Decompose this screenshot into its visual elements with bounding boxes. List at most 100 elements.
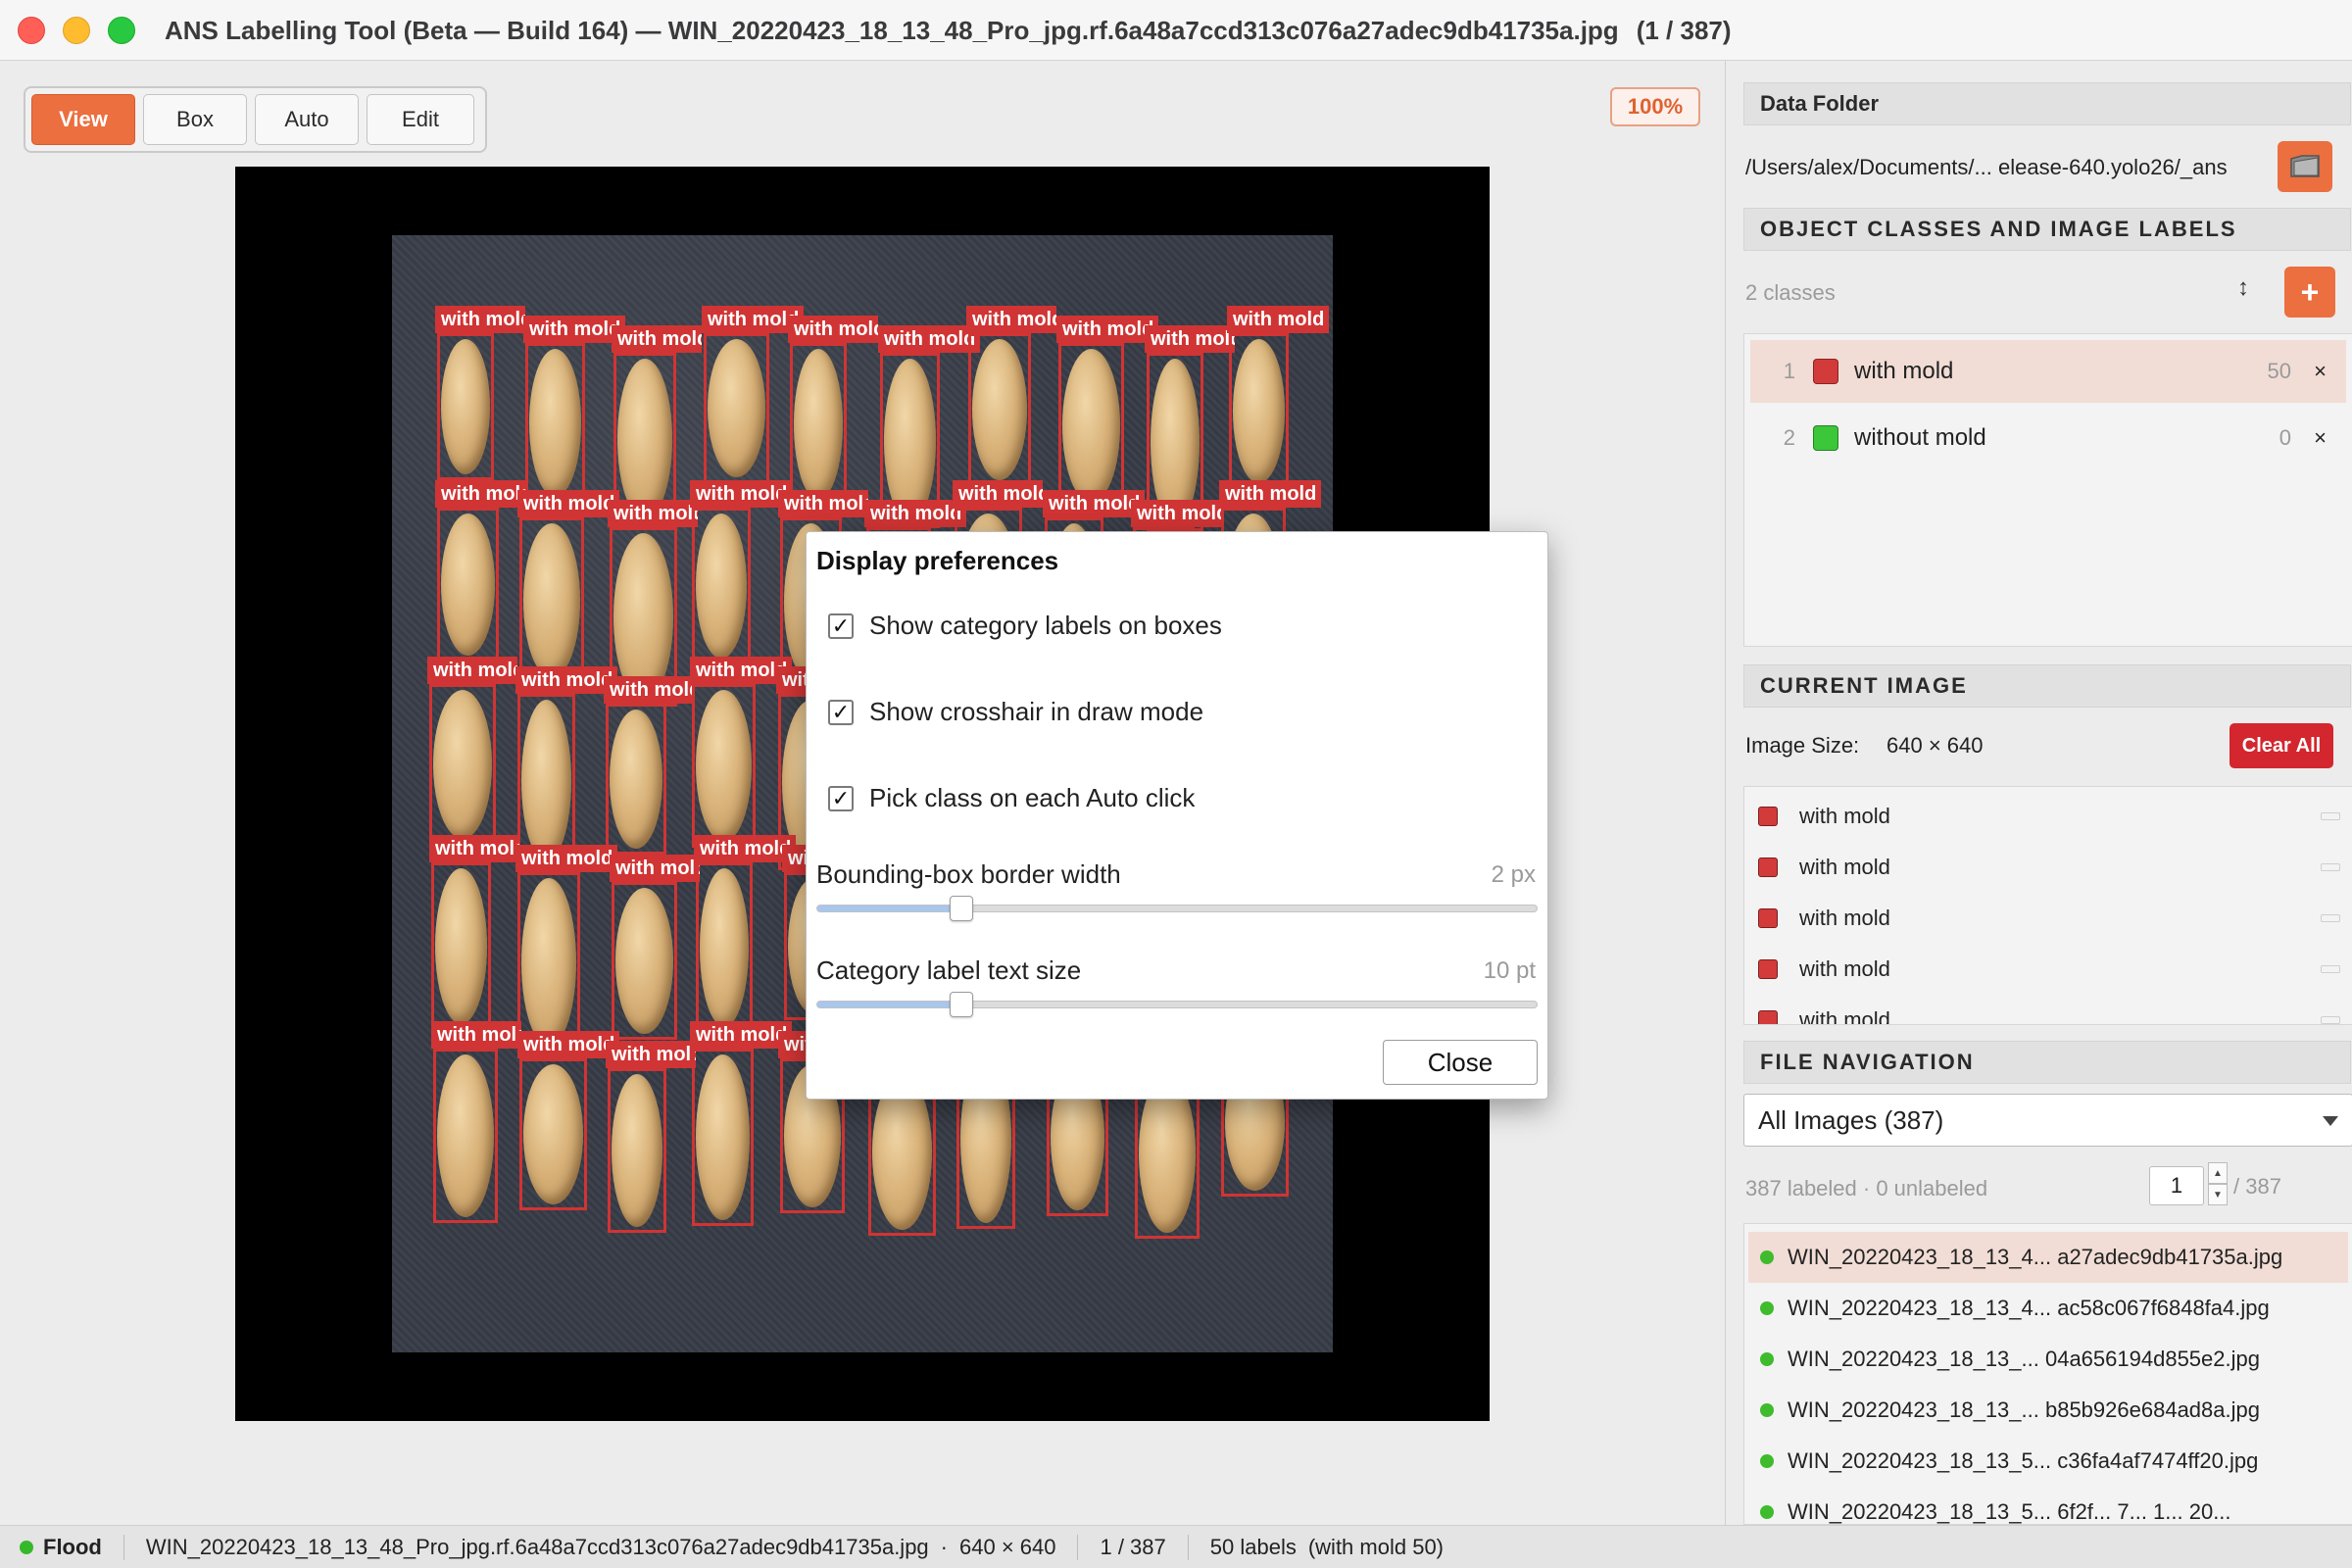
labeled-status-dot bbox=[1760, 1301, 1774, 1315]
list-item[interactable]: WIN_20220423_18_13_5... 6f2f... 7... 1..… bbox=[1748, 1487, 2348, 1524]
page-number-input[interactable]: 1 bbox=[2149, 1166, 2204, 1205]
bounding-box-label: with mold bbox=[612, 325, 702, 353]
class-row-without-mold[interactable]: 2 without mold 0 × bbox=[1750, 407, 2346, 469]
bounding-box[interactable] bbox=[1229, 333, 1289, 489]
class-color-swatch[interactable] bbox=[1813, 359, 1838, 384]
zoom-level-badge[interactable]: 100% bbox=[1610, 87, 1700, 126]
bounding-box[interactable] bbox=[704, 333, 769, 483]
visibility-toggle-icon[interactable] bbox=[2321, 965, 2340, 973]
bounding-box-label: with mold bbox=[515, 845, 617, 872]
list-item[interactable]: WIN_20220423_18_13_... 04a656194d855e2.j… bbox=[1748, 1334, 2348, 1385]
show-crosshair-checkbox[interactable]: ✓ bbox=[828, 699, 854, 725]
bounding-box[interactable] bbox=[433, 1049, 498, 1223]
mode-view-button[interactable]: View bbox=[31, 94, 135, 145]
label-color-swatch bbox=[1758, 1010, 1778, 1024]
bounding-box[interactable] bbox=[519, 1058, 587, 1210]
step-up-icon[interactable]: ▲ bbox=[2208, 1162, 2228, 1184]
list-item[interactable]: with mold bbox=[1758, 842, 2340, 893]
class-row-with-mold[interactable]: 1 with mold 50 × bbox=[1750, 340, 2346, 403]
list-item[interactable]: with mold bbox=[1758, 995, 2340, 1024]
label-name: with mold bbox=[1799, 906, 1890, 930]
slider-thumb[interactable] bbox=[949, 896, 973, 921]
labeled-status-dot bbox=[1760, 1505, 1774, 1519]
visibility-toggle-icon[interactable] bbox=[2321, 863, 2340, 871]
list-item[interactable]: WIN_20220423_18_13_... b85b926e684ad8a.j… bbox=[1748, 1385, 2348, 1436]
label-size-label: Category label text size bbox=[816, 956, 1082, 985]
visibility-toggle-icon[interactable] bbox=[2321, 812, 2340, 820]
file-name: WIN_20220423_18_13_... 04a656194d855e2.j… bbox=[1788, 1347, 2260, 1371]
divider bbox=[1187, 1534, 1189, 1560]
mode-auto-button[interactable]: Auto bbox=[255, 94, 359, 145]
list-item[interactable]: WIN_20220423_18_13_4... a27adec9db41735a… bbox=[1748, 1232, 2348, 1283]
labeled-status-dot bbox=[1760, 1352, 1774, 1366]
mode-edit-button[interactable]: Edit bbox=[367, 94, 474, 145]
label-size-slider[interactable] bbox=[816, 992, 1538, 1017]
option-show-crosshair[interactable]: ✓ Show crosshair in draw mode bbox=[828, 697, 1203, 727]
bounding-box-label: with mold bbox=[778, 490, 868, 517]
bounding-box[interactable] bbox=[968, 333, 1031, 486]
bounding-box[interactable] bbox=[606, 704, 666, 855]
bounding-box-label: with mold bbox=[1056, 316, 1158, 343]
show-labels-checkbox[interactable]: ✓ bbox=[828, 612, 854, 639]
slider-fill bbox=[817, 906, 961, 911]
mode-box-button[interactable]: Box bbox=[143, 94, 247, 145]
list-item[interactable]: WIN_20220423_18_13_4... ac58c067f6848fa4… bbox=[1748, 1283, 2348, 1334]
open-folder-button[interactable] bbox=[2278, 141, 2332, 192]
image-size-label: Image Size: bbox=[1745, 733, 1860, 758]
list-item[interactable]: with mold bbox=[1758, 944, 2340, 995]
bounding-box[interactable] bbox=[437, 508, 499, 662]
bounding-box[interactable] bbox=[429, 684, 496, 845]
zoom-window-button[interactable] bbox=[108, 17, 135, 44]
slider-thumb[interactable] bbox=[949, 992, 973, 1017]
bounding-box-label: with mold bbox=[431, 1021, 521, 1049]
step-down-icon[interactable]: ▼ bbox=[2208, 1184, 2228, 1205]
bounding-box[interactable] bbox=[692, 508, 751, 664]
file-list: WIN_20220423_18_13_4... a27adec9db41735a… bbox=[1743, 1223, 2352, 1525]
class-color-swatch[interactable] bbox=[1813, 425, 1838, 451]
bounding-box[interactable] bbox=[525, 343, 585, 503]
close-window-button[interactable] bbox=[18, 17, 45, 44]
list-item[interactable]: with mold bbox=[1758, 893, 2340, 944]
mode-toolbar: View Box Auto Edit bbox=[24, 86, 487, 153]
add-class-button[interactable]: + bbox=[2284, 267, 2335, 318]
check-icon: ✓ bbox=[831, 699, 851, 724]
visibility-toggle-icon[interactable] bbox=[2321, 1016, 2340, 1024]
list-item[interactable]: WIN_20220423_18_13_5... c36fa4af7474ff20… bbox=[1748, 1436, 2348, 1487]
border-width-slider[interactable] bbox=[816, 896, 1538, 921]
bounding-box[interactable] bbox=[790, 343, 847, 506]
minimize-window-button[interactable] bbox=[63, 17, 90, 44]
bounding-box[interactable] bbox=[612, 882, 677, 1040]
bounding-box[interactable] bbox=[517, 694, 575, 867]
status-indicator-icon bbox=[20, 1540, 33, 1554]
bounding-box[interactable] bbox=[692, 684, 756, 848]
divider: · bbox=[940, 1534, 948, 1559]
bounding-box[interactable] bbox=[696, 862, 753, 1033]
bounding-box[interactable] bbox=[608, 1068, 666, 1233]
remove-class-icon[interactable]: × bbox=[2314, 425, 2327, 451]
visibility-toggle-icon[interactable] bbox=[2321, 914, 2340, 922]
list-item[interactable]: with mold bbox=[1758, 791, 2340, 842]
status-mode: Flood bbox=[43, 1534, 102, 1559]
status-label-breakdown: (with mold 50) bbox=[1307, 1534, 1444, 1559]
label-stats: 387 labeled · 0 unlabeled bbox=[1745, 1176, 1988, 1200]
close-dialog-button[interactable]: Close bbox=[1383, 1040, 1538, 1085]
bounding-box-label: with mold bbox=[878, 325, 980, 353]
bounding-box-label: with mold bbox=[429, 835, 519, 862]
status-counter: 1 / 387 bbox=[1100, 1534, 1166, 1559]
bounding-box[interactable] bbox=[431, 862, 491, 1030]
option-pick-class-auto[interactable]: ✓ Pick class on each Auto click bbox=[828, 783, 1195, 813]
remove-class-icon[interactable]: × bbox=[2314, 359, 2327, 384]
bounding-box[interactable] bbox=[437, 333, 494, 480]
image-filter-select[interactable]: All Images (387) bbox=[1743, 1094, 2352, 1147]
sort-icon[interactable]: ↕ bbox=[2237, 274, 2249, 302]
bounding-box[interactable] bbox=[1058, 343, 1124, 509]
option-show-category-labels[interactable]: ✓ Show category labels on boxes bbox=[828, 611, 1222, 641]
class-index: 2 bbox=[1783, 425, 1795, 450]
bounding-box[interactable] bbox=[517, 872, 580, 1053]
page-stepper[interactable]: ▲ ▼ bbox=[2208, 1162, 2228, 1205]
clear-all-button[interactable]: Clear All bbox=[2230, 723, 2333, 768]
pick-class-checkbox[interactable]: ✓ bbox=[828, 785, 854, 811]
window-title: ANS Labelling Tool (Beta — Build 164) — … bbox=[165, 16, 1732, 46]
bounding-box[interactable] bbox=[519, 517, 584, 684]
bounding-box[interactable] bbox=[692, 1049, 754, 1226]
